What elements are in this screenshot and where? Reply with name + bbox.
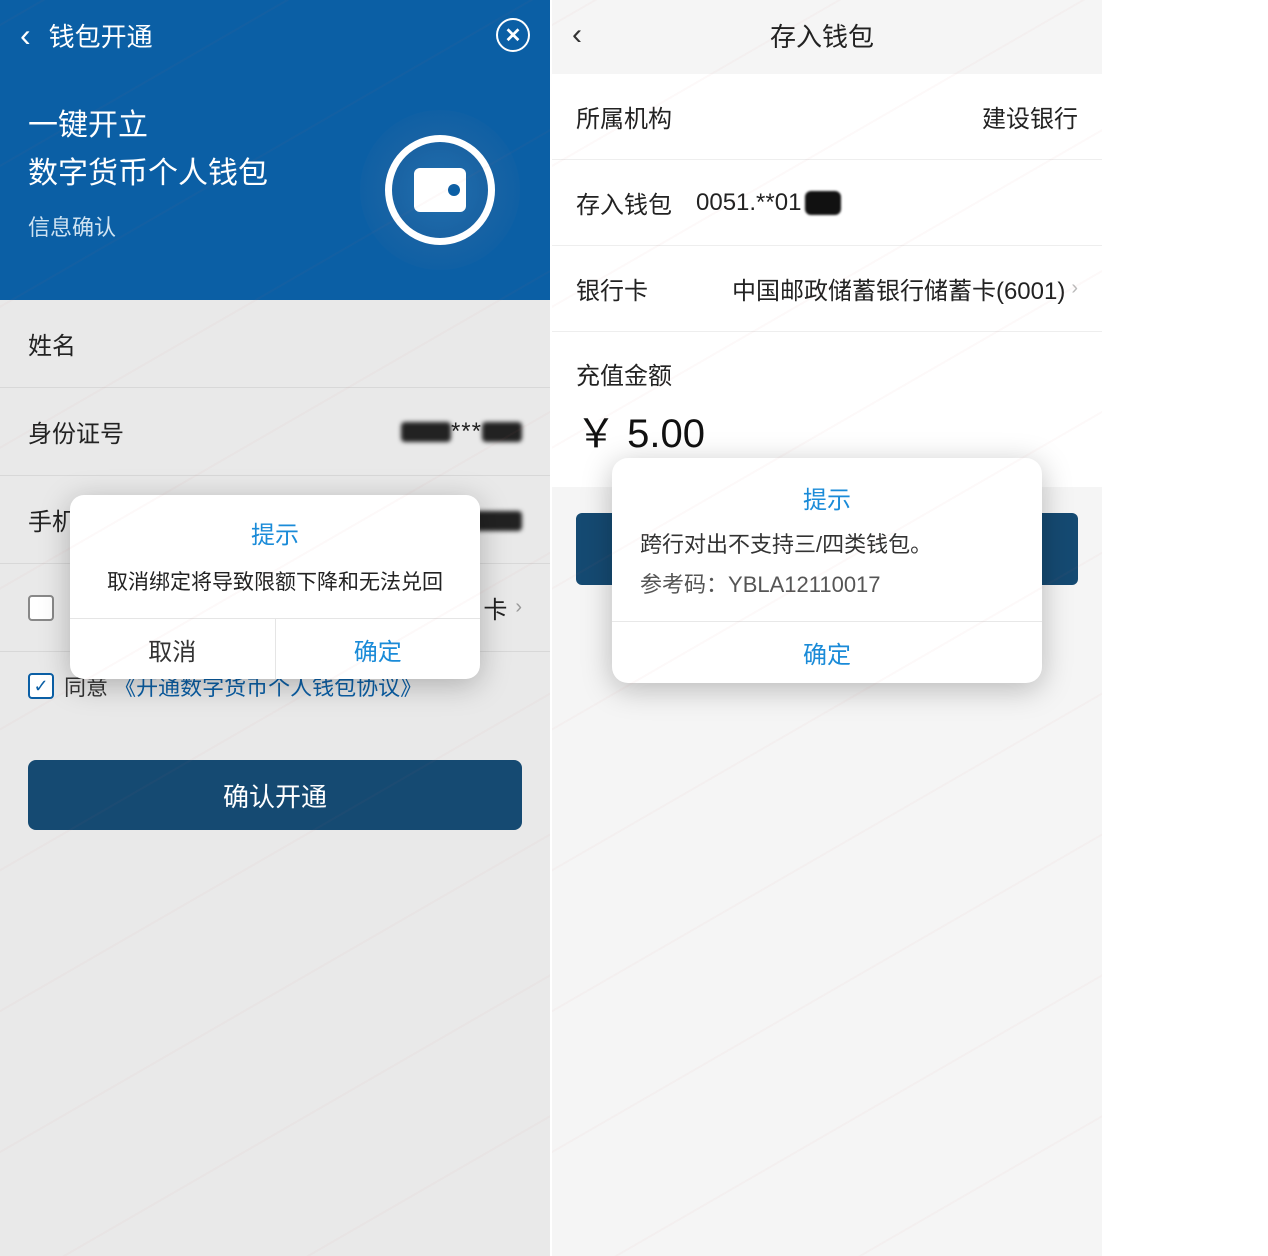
org-label: 所属机构 xyxy=(576,99,696,134)
dialog-reference-code: 参考码：YBLA12110017 xyxy=(612,563,1042,621)
id-label: 身份证号 xyxy=(28,414,148,449)
close-icon[interactable]: ✕ xyxy=(496,18,530,52)
card-value: 中国邮政储蓄银行储蓄卡(6001) xyxy=(696,271,1065,306)
chevron-right-icon: › xyxy=(515,596,522,619)
id-value: *** xyxy=(148,417,522,446)
row-bank-card[interactable]: 银行卡 中国邮政储蓄银行储蓄卡(6001) › xyxy=(552,246,1102,332)
dialog-message: 跨行对出不支持三/四类钱包。 xyxy=(612,527,1042,563)
checkbox-icon[interactable]: ✓ xyxy=(28,673,54,699)
dialog-title: 提示 xyxy=(70,495,480,560)
name-label: 姓名 xyxy=(28,326,148,361)
card-label: 卡 xyxy=(483,590,507,625)
page-title: 存入钱包 xyxy=(562,17,1082,54)
hero-banner: 一键开立 数字货币个人钱包 信息确认 xyxy=(0,70,550,300)
wallet-value: 0051.**01 xyxy=(696,189,1078,217)
cancel-button[interactable]: 取消 xyxy=(70,619,276,679)
confirm-open-button[interactable]: 确认开通 xyxy=(28,760,522,830)
header: ‹ 存入钱包 xyxy=(552,0,1102,70)
ok-button[interactable]: 确定 xyxy=(276,619,481,679)
row-name[interactable]: 姓名 xyxy=(0,300,550,388)
row-org: 所属机构 建设银行 xyxy=(552,74,1102,160)
back-icon[interactable]: ‹ xyxy=(20,17,31,54)
header: ‹ 钱包开通 ✕ xyxy=(0,0,550,70)
wallet-icon xyxy=(360,110,520,270)
row-id[interactable]: 身份证号 *** xyxy=(0,388,550,476)
dialog-message: 取消绑定将导致限额下降和无法兑回 xyxy=(70,560,480,618)
dialog-prompt: 提示 取消绑定将导致限额下降和无法兑回 取消 确定 xyxy=(70,495,480,679)
dialog-prompt: 提示 跨行对出不支持三/四类钱包。 参考码：YBLA12110017 确定 xyxy=(612,458,1042,683)
screen-deposit-wallet: ‹ 存入钱包 所属机构 建设银行 存入钱包 0051.**01 银行卡 中国邮政… xyxy=(552,0,1102,1256)
wallet-label: 存入钱包 xyxy=(576,185,696,220)
org-value: 建设银行 xyxy=(696,99,1078,134)
page-title: 钱包开通 xyxy=(49,17,496,54)
card-label: 银行卡 xyxy=(576,271,696,306)
dialog-title: 提示 xyxy=(612,458,1042,527)
row-deposit-wallet[interactable]: 存入钱包 0051.**01 xyxy=(552,160,1102,246)
ok-button[interactable]: 确定 xyxy=(612,621,1042,683)
chevron-right-icon: › xyxy=(1071,277,1078,300)
amount-label: 充值金额 xyxy=(552,332,1102,401)
screen-wallet-open: ‹ 钱包开通 ✕ 一键开立 数字货币个人钱包 信息确认 姓名 身份证号 *** … xyxy=(0,0,550,1256)
